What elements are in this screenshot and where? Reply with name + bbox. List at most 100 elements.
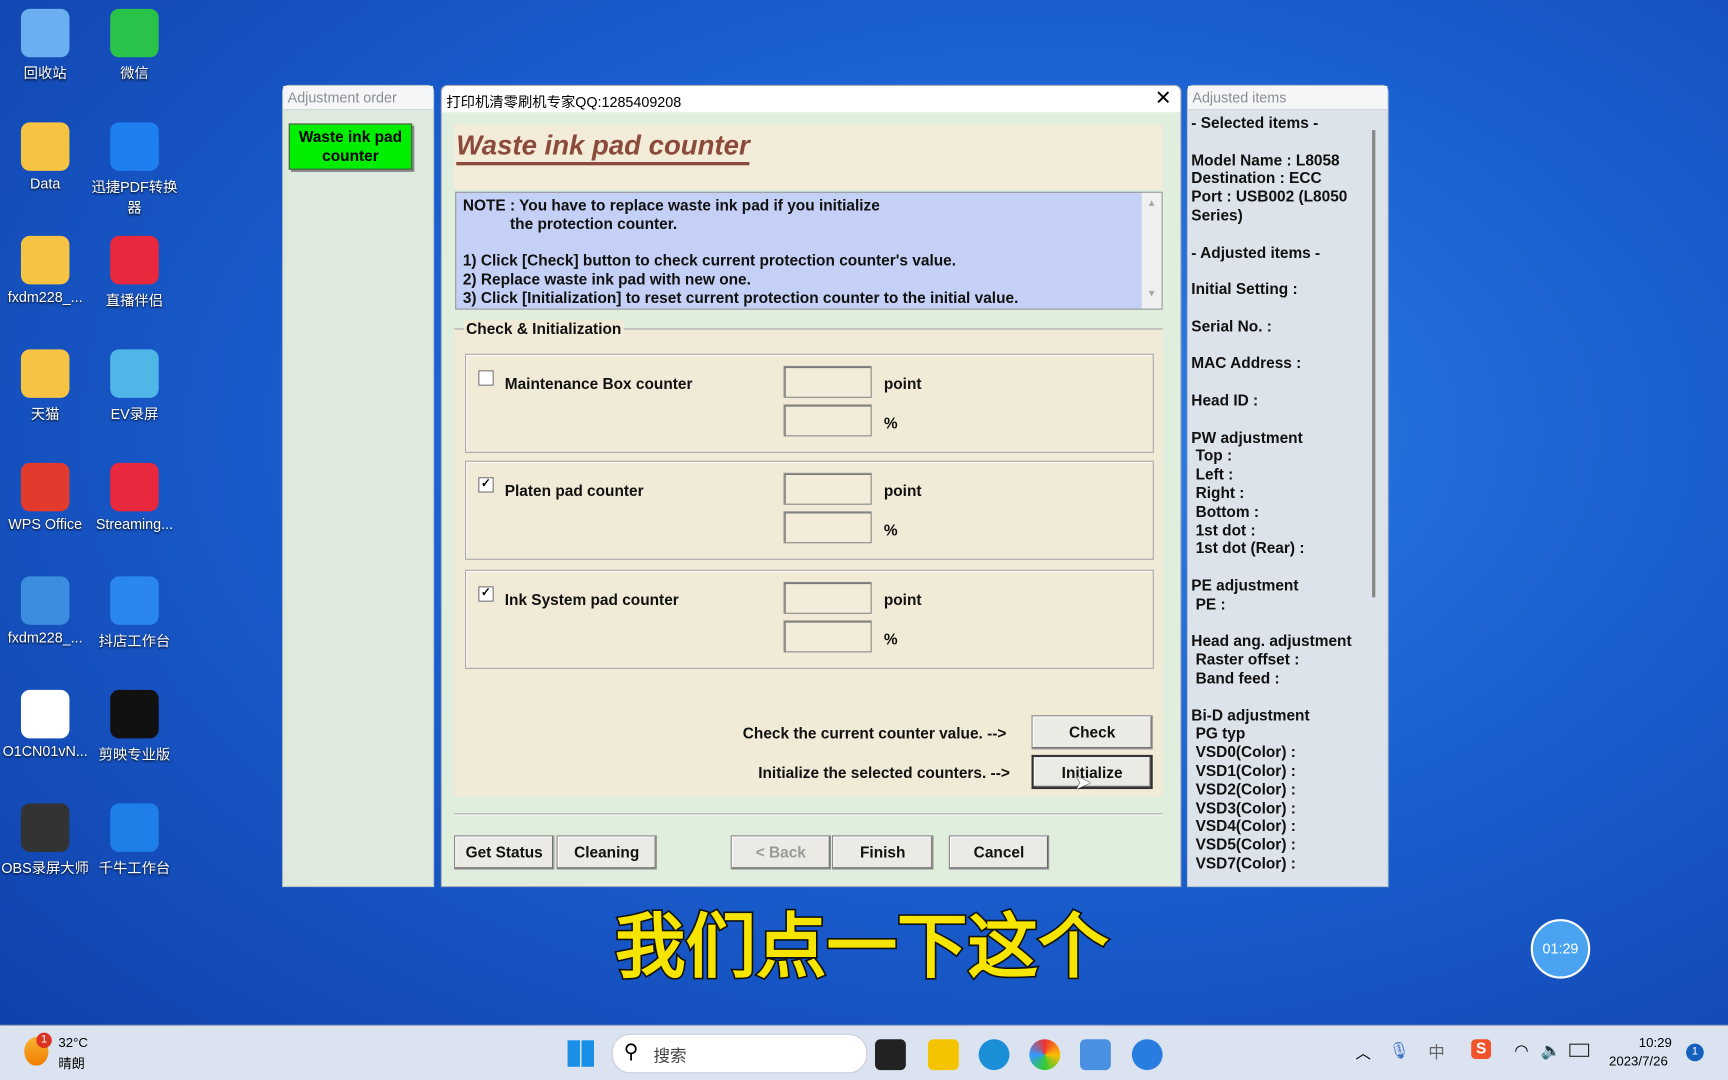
adjusted-item-line: Left : [1191,465,1234,483]
qianniu-icon [110,803,159,852]
folder-icon [20,122,70,171]
mouse-cursor-icon: ➤ [1074,771,1092,794]
adjusted-item-line: Bottom : [1191,502,1260,520]
wifi-icon[interactable]: ◠ [1514,1040,1528,1060]
note-box: NOTE : You have to replace waste ink pad… [455,191,1163,310]
check-prompt: Check the current counter value. --> [742,724,1007,742]
desktop-icon[interactable]: 微信 [89,8,179,83]
microphone-icon[interactable]: 🎙 [1389,1040,1410,1060]
desktop: 回收站 微信 Data 迅捷PDF转换器 fxdm228_... 直播伴侣 天猫 EV录屏 WP… [0,0,1728,1080]
desktop-icon-label: 千牛工作台 [98,859,171,877]
point-field[interactable] [783,365,872,398]
adjusted-item-line: MAC Address : [1191,354,1302,372]
printer-tool-icon[interactable] [1131,1039,1163,1071]
doudian-icon [110,576,159,625]
percent-unit: % [883,521,898,539]
percent-field[interactable] [783,404,872,437]
note-line: 3) Click [Initialization] to reset curre… [462,288,1019,307]
note-line: NOTE : You have to replace waste ink pad… [462,196,880,214]
desktop-icon-label: WPS Office [8,515,83,533]
pdf-converter-icon [110,122,159,171]
check-button[interactable]: Check [1031,715,1153,750]
adjusted-item-line: VSD2(Color) : [1191,780,1296,798]
adjusted-item-line: VSD7(Color) : [1191,854,1296,872]
waste-ink-pad-order-item[interactable]: Waste ink pad counter [288,123,413,170]
adjusted-item-line: Series) [1191,206,1243,224]
recycle-bin-icon [20,8,70,58]
desktop-icon[interactable]: 剪映专业版 [89,689,179,764]
file-explorer-icon[interactable] [927,1039,959,1071]
point-unit: point [883,590,922,609]
edge-icon[interactable] [978,1039,1010,1071]
page-heading: Waste ink pad counter [456,129,750,166]
clock-time[interactable]: 10:29 [1639,1035,1672,1050]
battery-icon[interactable] [1569,1043,1590,1057]
adjusted-item-line: - Selected items - [1191,113,1319,132]
wps-icon [20,462,70,512]
desktop-icon[interactable]: EV录屏 [89,349,179,423]
adjusted-item-line: Head ang. adjustment [1191,631,1352,650]
weather-badge: 1 [36,1032,52,1049]
archive-app-icon[interactable] [1079,1039,1111,1071]
adjusted-item-line: PE adjustment [1191,576,1299,594]
counter-checkbox[interactable]: ✓ [478,477,494,493]
percent-field[interactable] [783,620,872,653]
counter-checkbox[interactable] [478,370,494,386]
point-field[interactable] [783,472,872,505]
taskbar: 1 32°C 晴朗 ⚲ 搜索 ︿ 🎙 中 S ◠ 🔈 10:29 2023/7/… [0,1024,1728,1080]
desktop-icon[interactable]: 直播伴侣 [89,235,179,310]
wechat-icon [110,8,159,58]
weather-temp: 32°C [58,1034,88,1051]
desktop-icon-label: fxdm228_... [7,629,83,646]
counter-checkbox[interactable]: ✓ [478,586,494,602]
desktop-icon[interactable]: 天猫 [0,349,90,423]
search-box[interactable]: ⚲ 搜索 [611,1033,868,1074]
adjusted-items-scrollbar[interactable] [1372,130,1376,598]
folder-icon [20,349,70,398]
desktop-icon[interactable]: 抖店工作台 [89,576,179,650]
desktop-icon[interactable]: WPS Office [0,462,90,533]
adjusted-item-line: PW adjustment [1191,428,1303,446]
desktop-icon[interactable]: Streaming... [89,462,179,532]
browser-icon[interactable] [1029,1039,1061,1071]
desktop-icon-label: 迅捷PDF转换器 [91,178,178,216]
task-view-icon[interactable] [875,1039,906,1071]
ime-icon[interactable]: 中 [1428,1040,1445,1063]
desktop-icon[interactable]: O1CN01vN... [0,689,90,759]
archive-icon [20,576,70,625]
search-icon: ⚲ [623,1040,639,1063]
back-button[interactable]: < Back [730,835,831,870]
desktop-icon-label: 抖店工作台 [98,632,171,650]
chevron-up-icon[interactable]: ︿ [1356,1041,1371,1063]
close-icon[interactable]: ✕ [1155,87,1172,110]
desktop-icon[interactable]: fxdm228_... [0,235,90,305]
note-line: 1) Click [Check] button to check current… [462,251,957,270]
desktop-icon[interactable]: 迅捷PDF转换器 [89,122,179,217]
desktop-icon[interactable]: fxdm228_... [0,576,90,646]
adjusted-item-line: VSD3(Color) : [1191,798,1296,817]
adjusted-item-line: Top : [1191,446,1233,465]
get-status-button[interactable]: Get Status [454,835,555,870]
cleaning-button[interactable]: Cleaning [556,835,657,870]
sogou-icon[interactable]: S [1471,1039,1492,1060]
point-field[interactable] [783,581,872,614]
volume-icon[interactable]: 🔈 [1541,1040,1562,1060]
desktop-icon[interactable]: 回收站 [0,8,90,83]
desktop-icon[interactable]: OBS录屏大师 [0,803,90,877]
start-icon[interactable] [567,1040,594,1067]
clock-date[interactable]: 2023/7/26 [1609,1054,1668,1069]
finish-button[interactable]: Finish [832,835,934,870]
notification-badge[interactable]: 1 [1686,1043,1704,1062]
adjusted-item-line: Bi-D adjustment [1191,705,1310,724]
cancel-button[interactable]: Cancel [948,835,1050,870]
recording-timer[interactable]: 01:29 [1530,919,1591,979]
desktop-icon[interactable]: 千牛工作台 [89,803,179,877]
initialize-button[interactable]: Initialize [1031,754,1153,790]
percent-field[interactable] [783,511,872,544]
desktop-icon[interactable]: Data [0,122,90,192]
percent-unit: % [883,414,898,432]
desktop-icon-label: EV录屏 [110,405,159,423]
panel-title: Adjusted items [1187,85,1388,111]
search-input[interactable]: 搜索 [654,1044,687,1067]
note-scrollbar[interactable]: ▲ ▼ [1141,192,1162,309]
